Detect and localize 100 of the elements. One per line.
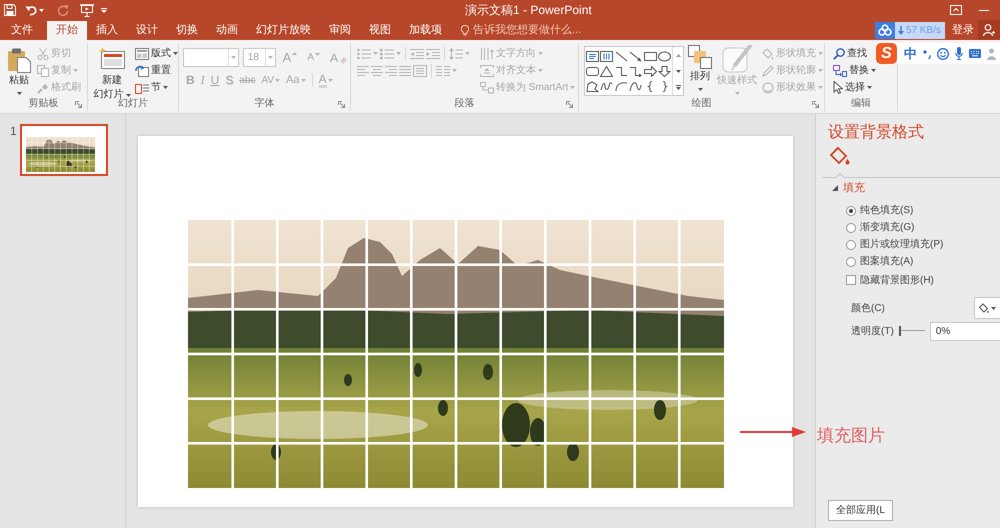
option-label: 隐藏背景图形(H) <box>860 274 934 288</box>
smiley-icon[interactable] <box>937 48 949 60</box>
more-caret-icon <box>676 84 680 90</box>
group-label: 字体 <box>254 97 276 111</box>
keyboard-icon[interactable] <box>969 49 981 58</box>
pen-card-icon <box>722 45 752 73</box>
radio-button[interactable] <box>846 256 856 266</box>
ime-logo[interactable]: S <box>876 43 897 64</box>
decrease-indent-icon <box>410 48 424 60</box>
vertical-text-box-icon[interactable] <box>600 51 614 62</box>
distributed-icon <box>413 64 427 76</box>
freeform-icon[interactable] <box>586 81 599 92</box>
cursor-arrow-icon <box>833 81 843 94</box>
reset-slide-icon <box>135 64 149 76</box>
option-label: 图片或纹理填充(P) <box>860 238 944 252</box>
transparency-slider[interactable] <box>898 326 925 336</box>
tell-me-search-field[interactable]: 告诉我您想要做什么... <box>473 22 585 38</box>
down-arrow-icon[interactable] <box>658 66 672 77</box>
dialog-launcher-icon[interactable] <box>812 100 819 108</box>
align-left-icon <box>357 64 369 76</box>
option-label: 图案填充(A) <box>860 254 914 269</box>
triangle-icon[interactable] <box>600 66 614 77</box>
group-label: 剪贴板 <box>28 97 60 111</box>
paint-bucket-icon <box>979 303 989 313</box>
caret-down-icon <box>676 70 680 72</box>
numbered-list-icon <box>380 48 394 60</box>
arrow-annotation <box>740 426 806 438</box>
shrink-arrow-icon <box>314 52 320 56</box>
line-icon[interactable] <box>614 51 628 62</box>
dialog-launcher-icon[interactable] <box>338 100 345 108</box>
layout-icon <box>135 48 149 60</box>
arrow-line-icon[interactable] <box>629 51 642 62</box>
caret-icon <box>991 306 996 310</box>
line-spacing-icon <box>449 48 463 60</box>
elbow-connector-icon[interactable] <box>614 66 628 77</box>
group-label: 编辑 <box>850 97 872 111</box>
justify-icon <box>399 64 411 76</box>
paste-button[interactable]: 粘贴 <box>3 45 35 98</box>
dialog-launcher-icon[interactable] <box>566 100 573 108</box>
ribbon-tab[interactable]: 动画 <box>207 21 247 40</box>
ribbon-tab[interactable]: 设计 <box>127 21 167 40</box>
rounded-rectangle-icon[interactable] <box>586 66 599 77</box>
person-icon <box>983 24 995 36</box>
account-button[interactable] <box>978 20 1000 40</box>
align-center-icon <box>371 64 383 76</box>
curve-icon[interactable] <box>629 81 642 92</box>
rectangle-icon[interactable] <box>644 51 657 62</box>
ribbon-tab[interactable]: 插入 <box>87 21 127 40</box>
new-slide-icon <box>99 47 125 69</box>
align-right-icon <box>385 64 397 76</box>
align-text-icon <box>480 64 494 76</box>
field-label: 透明度(T) <box>851 324 894 338</box>
undo-arrow-icon <box>24 4 36 16</box>
radio-button[interactable] <box>846 240 856 250</box>
ribbon-tab[interactable]: 幻灯片放映 <box>247 21 320 40</box>
ribbon-tab[interactable]: 开始 <box>47 21 87 40</box>
slide-thumbnail[interactable] <box>20 124 108 176</box>
arc-icon[interactable] <box>614 81 628 92</box>
pen-icon <box>762 64 774 76</box>
input-mode-toggle[interactable]: 中 <box>904 43 917 64</box>
radio-button[interactable] <box>846 206 856 216</box>
section-button[interactable]: 节 <box>133 79 170 96</box>
replace-button[interactable]: 替换 <box>831 62 878 79</box>
find-button[interactable]: 查找 <box>831 45 869 62</box>
transparency-field[interactable]: 0% <box>930 322 1000 340</box>
download-speed: 57 KB/s <box>906 24 941 38</box>
section-header[interactable]: 填充 <box>832 181 865 195</box>
radio-button[interactable] <box>846 222 856 232</box>
window-title: 演示文稿1 - PowerPoint <box>465 2 592 19</box>
sign-in-link[interactable]: 登录 <box>948 20 978 40</box>
elbow-arrow-icon[interactable] <box>629 66 642 77</box>
color-picker-button[interactable] <box>974 297 1000 319</box>
scribble-icon[interactable] <box>600 81 614 92</box>
select-button[interactable]: 选择 <box>831 79 874 96</box>
reset-button[interactable]: 重置 <box>133 62 173 79</box>
paintbrush-icon <box>37 82 49 94</box>
apply-to-all-button[interactable]: 全部应用(L <box>828 500 893 521</box>
caret-icon <box>101 8 107 12</box>
group-label: 绘图 <box>690 97 712 111</box>
ribbon-tab[interactable]: 加载项 <box>400 21 451 40</box>
layout-button[interactable]: 版式 <box>133 45 180 62</box>
ribbon-tab[interactable]: 视图 <box>360 21 400 40</box>
ribbon-tab[interactable]: 切换 <box>167 21 207 40</box>
ribbon-tab[interactable]: 审阅 <box>320 21 360 40</box>
checkbox[interactable] <box>846 275 856 285</box>
slider-thumb[interactable] <box>898 326 901 336</box>
ribbon-display-icon <box>950 5 962 15</box>
new-slide-button[interactable]: 新建 幻灯片 <box>91 45 133 98</box>
increase-indent-icon <box>426 48 440 60</box>
dialog-launcher-icon[interactable] <box>75 100 82 108</box>
arrange-button[interactable]: 排列 <box>686 43 714 96</box>
oval-icon[interactable] <box>658 51 672 62</box>
lightbulb-icon <box>461 25 469 36</box>
right-arrow-icon[interactable] <box>644 66 657 77</box>
text-box-icon[interactable] <box>586 51 599 62</box>
ribbon-tab[interactable]: 文件 <box>2 21 42 40</box>
smartart-icon <box>480 82 494 94</box>
microphone-icon[interactable] <box>955 47 963 60</box>
paint-bucket-icon[interactable] <box>829 146 851 167</box>
punctuation-icon[interactable] <box>923 48 931 58</box>
